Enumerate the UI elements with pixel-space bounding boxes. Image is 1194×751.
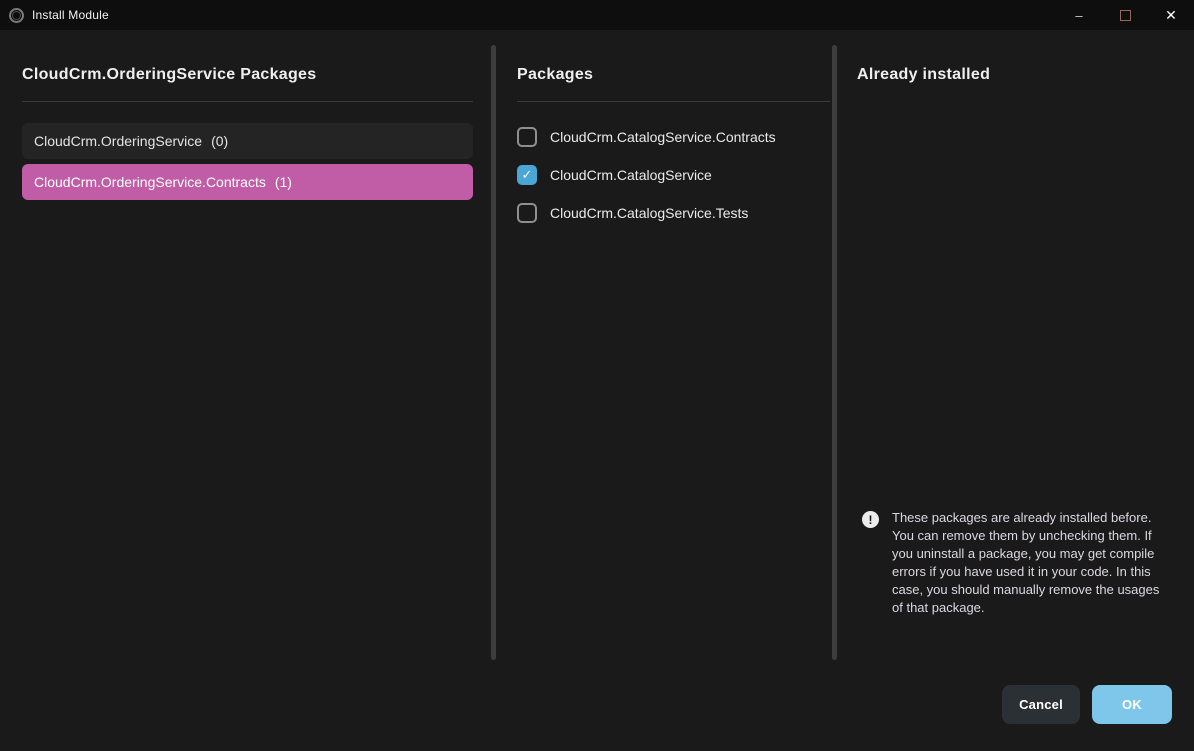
package-label: CloudCrm.CatalogService bbox=[550, 167, 712, 183]
window-controls: – ✕ bbox=[1056, 0, 1194, 30]
packages-panel: Packages CloudCrm.CatalogService.Contrac… bbox=[517, 45, 830, 232]
already-installed-header: Already installed bbox=[857, 45, 1172, 84]
package-label: CloudCrm.CatalogService.Tests bbox=[550, 205, 748, 221]
checkbox-unchecked[interactable] bbox=[517, 203, 537, 223]
info-note-text: These packages are already installed bef… bbox=[892, 509, 1160, 617]
modules-panel-header: CloudCrm.OrderingService Packages bbox=[22, 45, 473, 84]
maximize-button[interactable] bbox=[1102, 0, 1148, 30]
window-title: Install Module bbox=[32, 8, 109, 22]
package-row-catalogservice-tests[interactable]: CloudCrm.CatalogService.Tests bbox=[517, 194, 830, 232]
close-button[interactable]: ✕ bbox=[1148, 0, 1194, 30]
package-row-catalogservice-contracts[interactable]: CloudCrm.CatalogService.Contracts bbox=[517, 118, 830, 156]
checkbox-unchecked[interactable] bbox=[517, 127, 537, 147]
module-item-orderingservice-contracts[interactable]: CloudCrm.OrderingService.Contracts (1) bbox=[22, 164, 473, 200]
module-item-label: CloudCrm.OrderingService bbox=[34, 133, 202, 149]
info-icon: ! bbox=[862, 511, 879, 528]
package-row-catalogservice[interactable]: ✓ CloudCrm.CatalogService bbox=[517, 156, 830, 194]
packages-panel-divider bbox=[517, 101, 830, 102]
module-item-count: (1) bbox=[275, 174, 292, 190]
package-label: CloudCrm.CatalogService.Contracts bbox=[550, 129, 776, 145]
module-list: CloudCrm.OrderingService (0) CloudCrm.Or… bbox=[22, 123, 473, 200]
column-divider bbox=[832, 45, 837, 660]
package-list: CloudCrm.CatalogService.Contracts ✓ Clou… bbox=[517, 118, 830, 232]
column-divider bbox=[491, 45, 496, 660]
packages-panel-header: Packages bbox=[517, 45, 830, 84]
module-item-label: CloudCrm.OrderingService.Contracts bbox=[34, 174, 266, 190]
modules-panel: CloudCrm.OrderingService Packages CloudC… bbox=[22, 45, 473, 205]
ok-button[interactable]: OK bbox=[1092, 685, 1172, 724]
title-bar: Install Module – ✕ bbox=[0, 0, 1194, 30]
info-note: ! These packages are already installed b… bbox=[862, 509, 1162, 617]
checkbox-checked[interactable]: ✓ bbox=[517, 165, 537, 185]
minimize-button[interactable]: – bbox=[1056, 0, 1102, 30]
modules-panel-divider bbox=[22, 101, 473, 102]
cancel-button[interactable]: Cancel bbox=[1002, 685, 1080, 724]
app-icon bbox=[9, 8, 24, 23]
module-item-count: (0) bbox=[211, 133, 228, 149]
module-item-orderingservice[interactable]: CloudCrm.OrderingService (0) bbox=[22, 123, 473, 159]
maximize-icon bbox=[1120, 10, 1131, 21]
